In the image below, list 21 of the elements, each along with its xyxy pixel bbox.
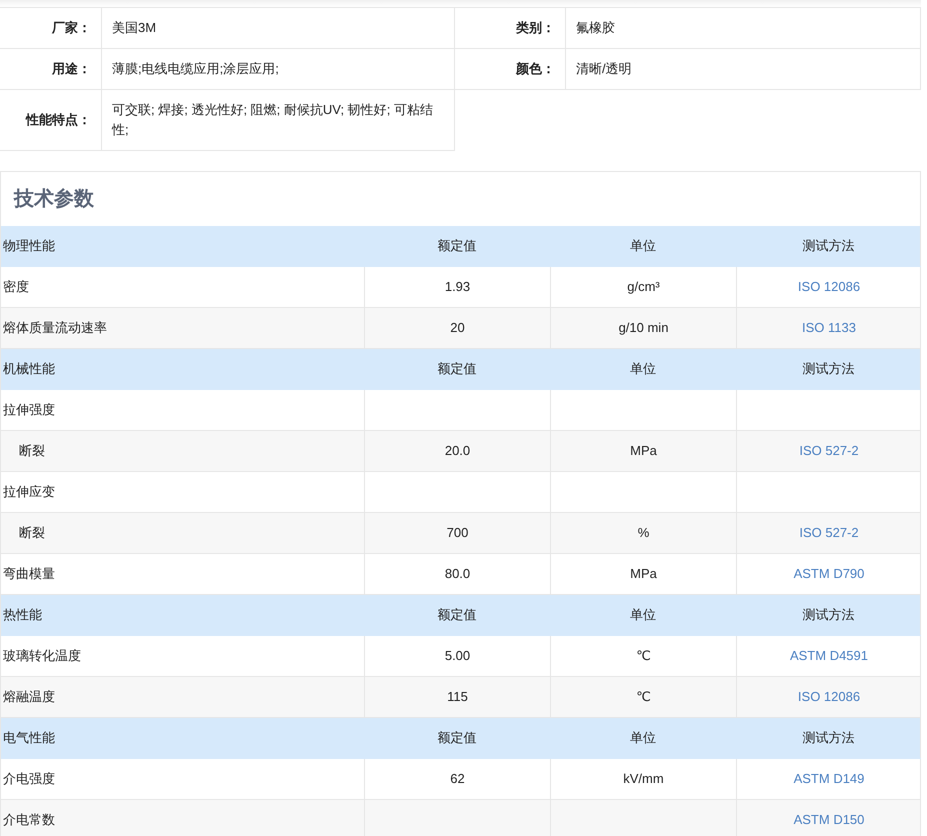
field-value: 清晰/透明 [566,49,921,90]
section-title: 技术参数 [12,187,95,212]
field-label: 类别： [455,8,566,49]
field-value: 可交联; 焊接; 透光性好; 阻燃; 耐候抗UV; 韧性好; 可粘结性; [102,90,455,151]
standard-link[interactable]: ISO 527-2 [799,525,859,540]
standard-link[interactable]: ISO 1133 [802,320,856,335]
standard-link[interactable]: ISO 527-2 [799,443,859,458]
standard-link[interactable]: ISO 12086 [798,689,860,704]
field-value: 氟橡胶 [566,8,921,49]
standard-link[interactable]: ASTM D149 [794,771,864,786]
table-cell: 介电常数 [1,800,364,836]
field-value: 美国3M [102,8,455,49]
standard-link[interactable]: ASTM D150 [794,812,864,827]
standard-link[interactable]: ISO 12086 [798,279,860,294]
field-label: 用途： [0,49,102,90]
field-value: 薄膜;电线电缆应用;涂层应用; [102,49,455,90]
field-label: 性能特点： [0,90,102,151]
standard-link[interactable]: ASTM D4591 [790,648,868,663]
field-label: 厂家： [0,8,102,49]
standard-link[interactable]: ASTM D790 [794,566,864,581]
field-label: 颜色： [455,49,566,90]
